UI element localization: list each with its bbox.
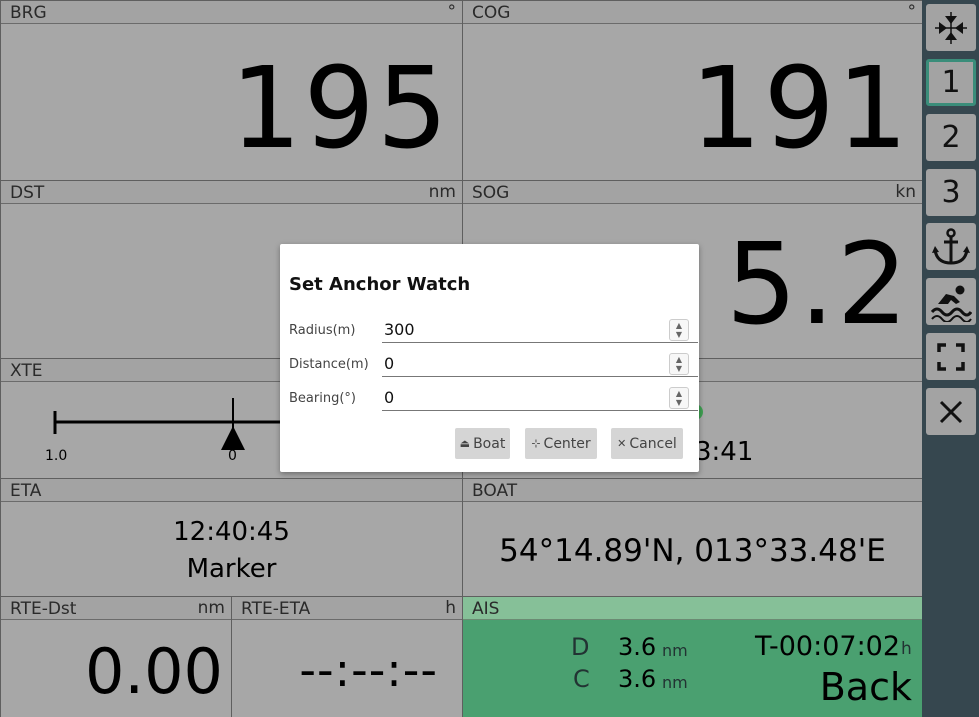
page-3-button[interactable]: 3 (926, 169, 976, 216)
ais-d-label: D (571, 633, 590, 661)
ais-c-value: 3.6 (618, 665, 657, 693)
panel-header: AIS (463, 597, 922, 620)
eta-panel[interactable]: ETA 12:40:45 Marker (0, 478, 462, 596)
panel-header: RTE-ETA h (232, 597, 462, 620)
panel-unit: nm (428, 182, 456, 202)
center-button-label: Center (543, 435, 591, 452)
radius-label: Radius(m) (289, 323, 356, 338)
center-button[interactable]: ⊹ Center (525, 428, 597, 459)
panel-header: ETA (1, 479, 462, 502)
partial-value: 3:41 (695, 437, 754, 467)
boat-button[interactable]: ⏏ Boat (455, 428, 510, 459)
sidebar: 1 2 3 (922, 0, 979, 717)
distance-input[interactable] (382, 351, 698, 377)
brg-panel[interactable]: BRG ° 195 (0, 0, 462, 180)
ais-t-unit: h (901, 639, 912, 659)
page-2-button[interactable]: 2 (926, 114, 976, 161)
compress-button[interactable] (926, 4, 976, 51)
panel-header: DST nm (1, 181, 462, 204)
fullscreen-icon (937, 342, 965, 371)
ais-panel[interactable]: AIS D 3.6 nm C 3.6 nm T-00:07:02 h Back (462, 596, 922, 717)
rte-dst-value: 0.00 (84, 635, 223, 708)
panel-header: RTE-Dst nm (1, 597, 231, 620)
panel-label: RTE-Dst (10, 599, 77, 619)
bearing-row: Bearing(°) ▲▼ (289, 385, 698, 419)
xte-left-tick: 1.0 (45, 448, 68, 464)
man-overboard-button[interactable] (926, 278, 976, 325)
sog-value: 5.2 (725, 220, 910, 350)
panel-label: AIS (472, 599, 500, 619)
bearing-label: Bearing(°) (289, 391, 356, 406)
ais-t-value: T-00:07:02 (755, 631, 901, 662)
dialog-title: Set Anchor Watch (289, 274, 471, 295)
panel-header: BOAT (463, 479, 922, 502)
distance-stepper[interactable]: ▲ ▼ (669, 353, 689, 375)
panel-header: COG ° (463, 1, 922, 24)
panel-unit: ° (447, 2, 457, 22)
crosshair-icon: ⊹ (531, 437, 541, 450)
panel-label: XTE (10, 361, 43, 381)
panel-unit: nm (197, 598, 225, 618)
eta-time: 12:40:45 (173, 517, 290, 547)
ais-d-value: 3.6 (618, 633, 657, 661)
boat-button-label: Boat (473, 435, 506, 452)
close-button[interactable] (926, 388, 976, 435)
cancel-button[interactable]: ✕ Cancel (611, 428, 683, 459)
panel-label: BOAT (472, 481, 518, 501)
panel-label: BRG (10, 3, 47, 23)
xte-center-tick: 0 (228, 448, 237, 464)
panel-header: SOG kn (463, 181, 922, 204)
radius-input[interactable] (382, 317, 698, 343)
cog-panel[interactable]: COG ° 191 (462, 0, 922, 180)
panel-unit: kn (895, 182, 916, 202)
man-overboard-icon (930, 285, 972, 322)
bearing-stepper[interactable]: ▲ ▼ (669, 387, 689, 409)
panel-label: COG (472, 3, 511, 23)
anchor-icon (932, 227, 970, 265)
boat-position: 54°14.89'N, 013°33.48'E (499, 533, 886, 569)
distance-label: Distance(m) (289, 357, 369, 372)
rte-eta-panel[interactable]: RTE-ETA h --:--:-- (231, 596, 462, 717)
ais-target-name: Back (819, 665, 912, 709)
ais-c-unit: nm (662, 673, 688, 692)
bearing-input[interactable] (382, 385, 698, 411)
panel-label: SOG (472, 183, 510, 203)
cancel-button-label: Cancel (629, 435, 677, 452)
boat-panel[interactable]: BOAT 54°14.89'N, 013°33.48'E (462, 478, 922, 596)
panel-unit: ° (907, 2, 917, 22)
radius-stepper[interactable]: ▲ ▼ (669, 319, 689, 341)
close-icon: ✕ (617, 437, 627, 450)
page-1-button[interactable]: 1 (926, 59, 976, 106)
anchor-button[interactable] (926, 223, 976, 270)
close-icon (939, 400, 963, 423)
boat-icon: ⏏ (459, 437, 471, 450)
cog-value: 191 (690, 44, 910, 174)
panel-label: ETA (10, 481, 42, 501)
panel-header: BRG ° (1, 1, 462, 24)
ais-c-label: C (573, 665, 590, 693)
panel-label: DST (10, 183, 45, 203)
anchor-watch-dialog: Set Anchor Watch Radius(m) ▲▼ Distance(m… (280, 244, 699, 472)
distance-row: Distance(m) ▲▼ (289, 351, 698, 385)
ais-d-unit: nm (662, 641, 688, 660)
compress-icon (935, 11, 967, 44)
rte-dst-panel[interactable]: RTE-Dst nm 0.00 (0, 596, 231, 717)
panel-unit: h (445, 598, 456, 618)
fullscreen-button[interactable] (926, 333, 976, 380)
radius-row: Radius(m) ▲▼ (289, 317, 698, 351)
panel-label: RTE-ETA (241, 599, 311, 619)
eta-name: Marker (186, 554, 277, 584)
brg-value: 195 (230, 44, 450, 174)
rte-eta-value: --:--:-- (299, 643, 438, 697)
